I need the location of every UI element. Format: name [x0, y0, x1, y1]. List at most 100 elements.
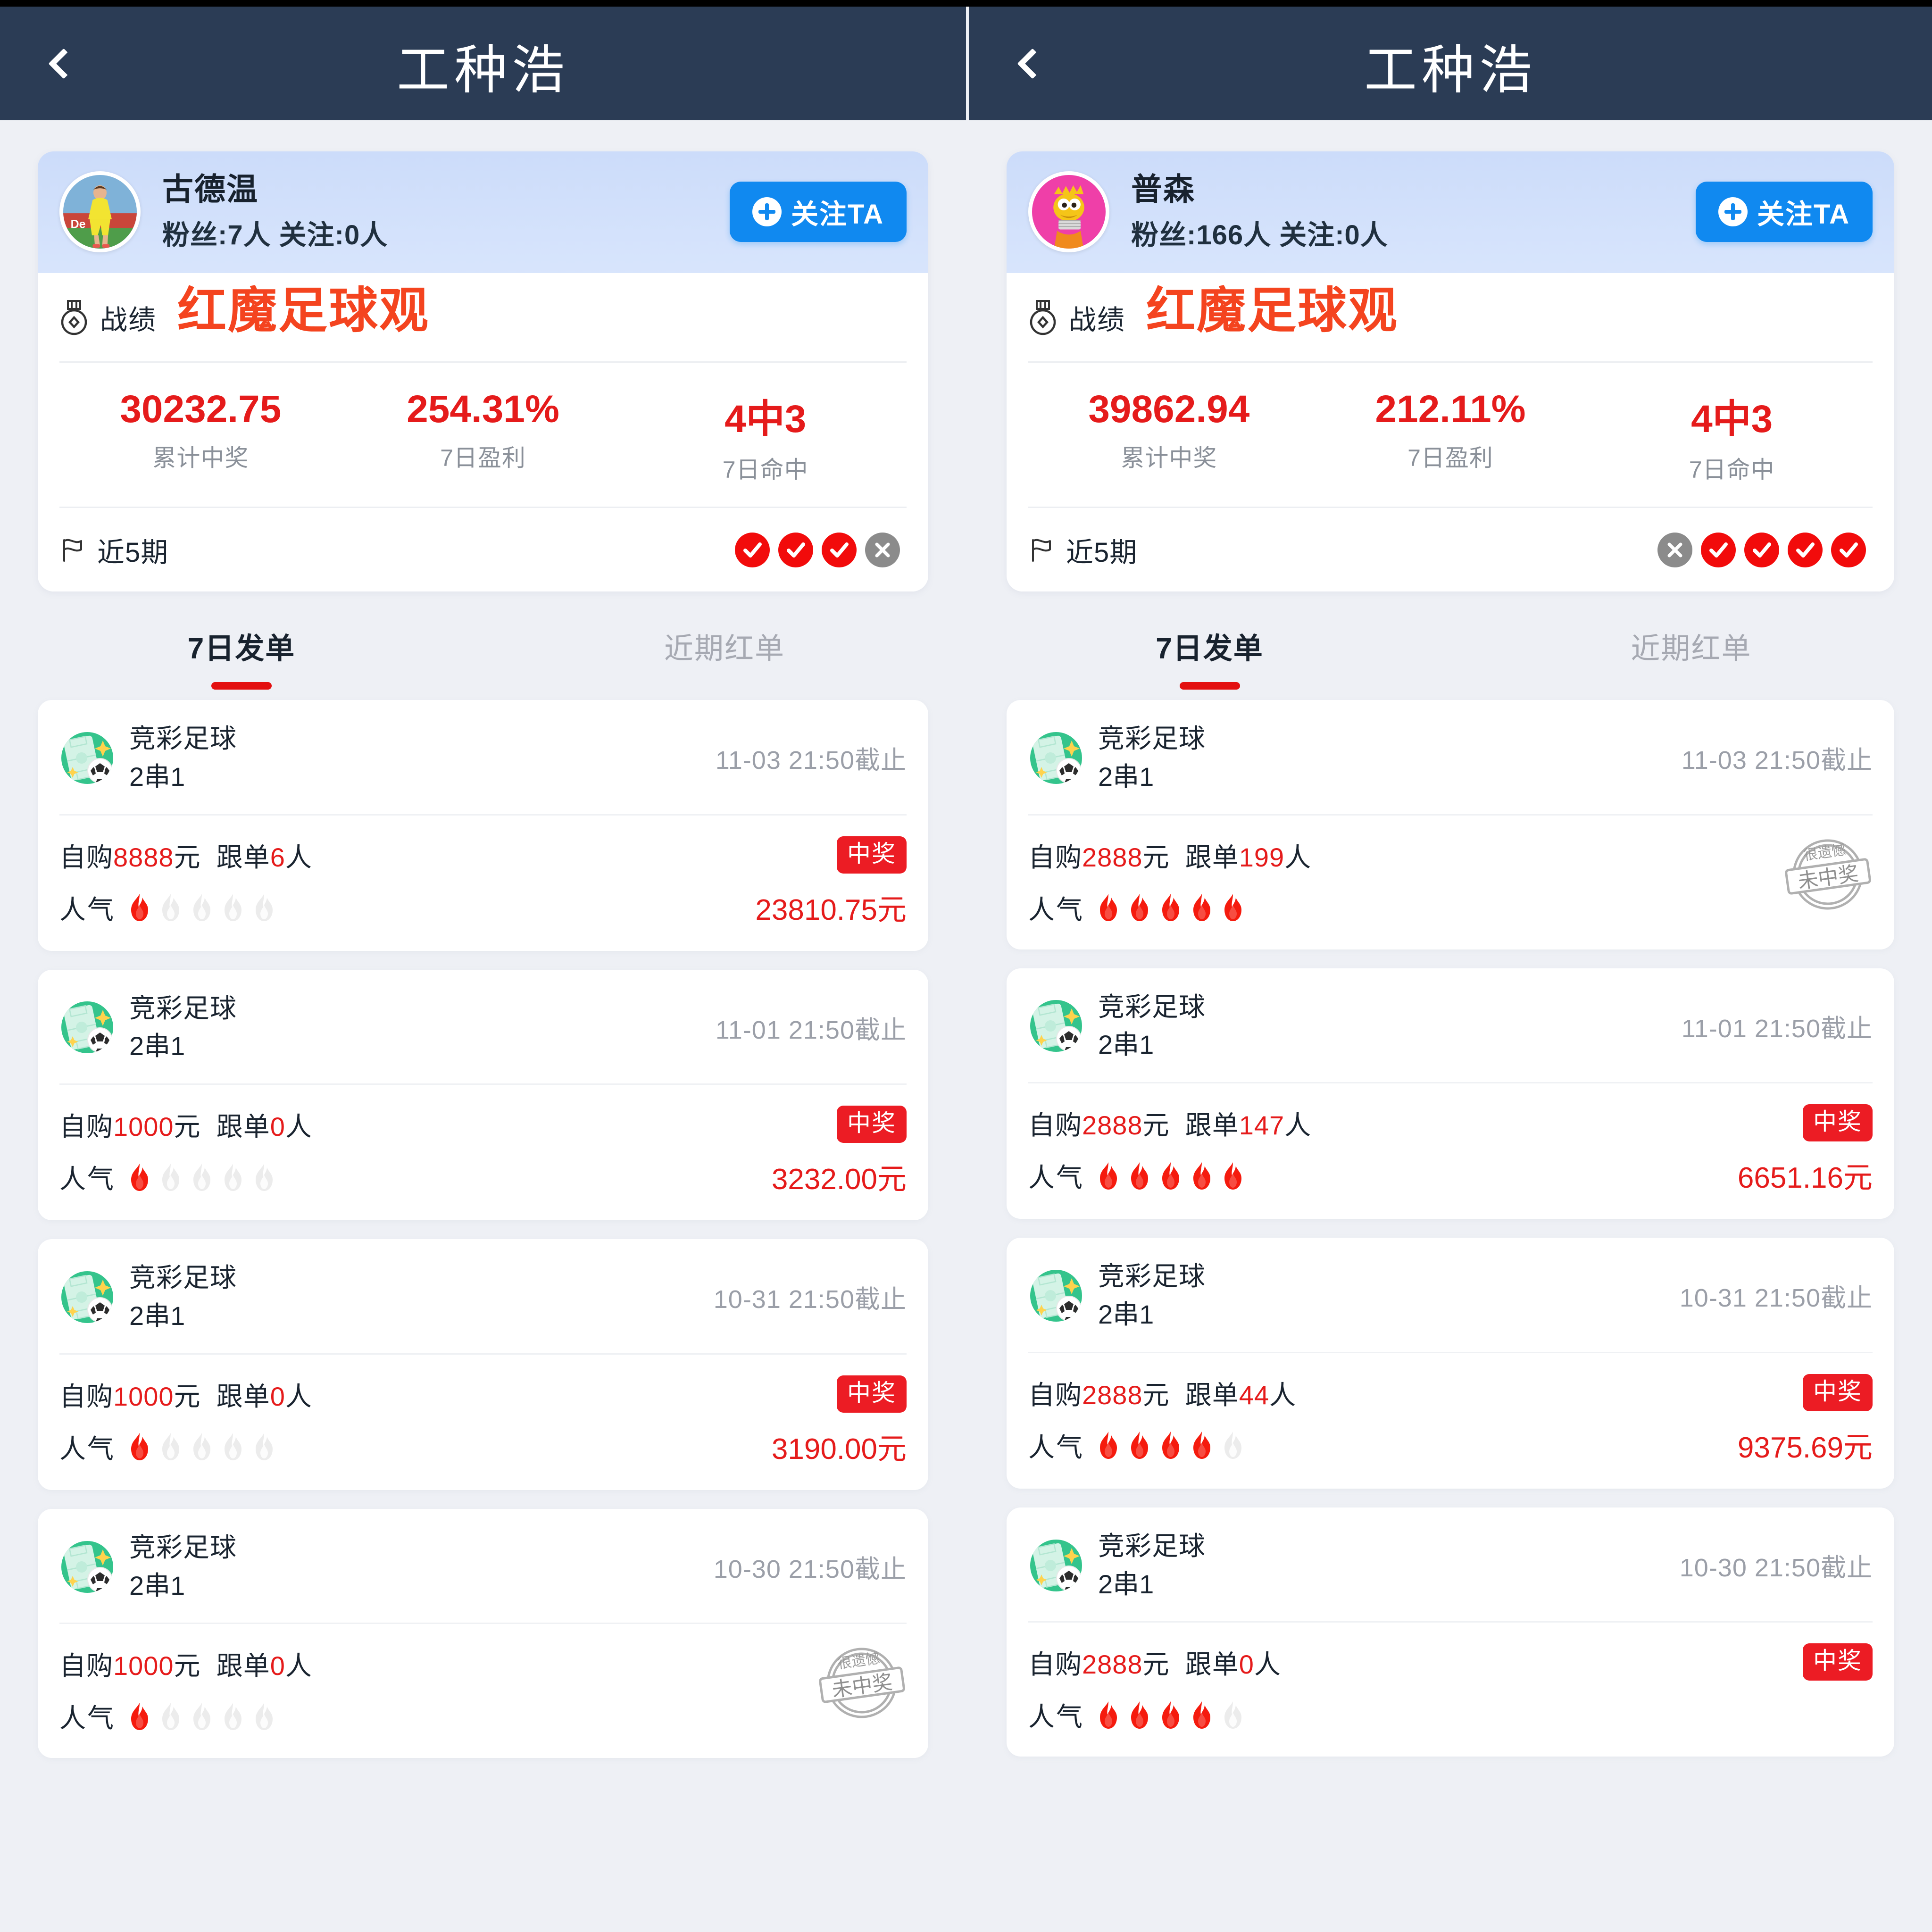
status-bar-strip: [0, 0, 1932, 7]
order-card[interactable]: 竞彩足球 2串1 10-30 21:50截止 自购1000元 跟单0人 人气 很…: [38, 1508, 928, 1758]
flame-icon-wrap: [252, 1702, 276, 1731]
status-badge-win: 中奖: [1803, 1643, 1873, 1681]
order-card[interactable]: 竞彩足球 2串1 11-03 21:50截止 自购8888元 跟单6人 人气 中…: [38, 700, 928, 951]
check-icon: [743, 542, 762, 558]
flame-icon: [193, 1163, 210, 1191]
tab-recent-winning[interactable]: 近期红单: [1450, 591, 1932, 700]
flag-icon: [63, 539, 82, 562]
follow-prefix: 跟单: [216, 1112, 270, 1142]
recent-results-label: 近5期: [97, 537, 169, 568]
record-header: 战绩 红魔足球观: [1028, 273, 1873, 363]
soccer-lottery-icon: [1030, 1000, 1082, 1052]
order-card[interactable]: 竞彩足球 2串1 10-30 21:50截止 自购2888元 跟单0人 人气 中…: [1007, 1507, 1894, 1757]
watermark-text: 红魔足球观: [177, 283, 430, 338]
popularity-row: 人气: [59, 1697, 817, 1735]
flame-icon: [1224, 1701, 1241, 1729]
soccer-lottery-icon: [61, 1271, 113, 1323]
not-won-stamp-icon: 很遗憾 未中奖: [819, 1648, 905, 1718]
order-card[interactable]: 竞彩足球 2串1 11-01 21:50截止 自购2888元 跟单147人 人气…: [1007, 968, 1894, 1219]
flame-icon: [1131, 1701, 1148, 1729]
flame-icon: [1193, 1432, 1210, 1459]
follow-count: 44: [1239, 1380, 1269, 1410]
flame-icon: [131, 1433, 148, 1461]
follow-prefix: 跟单: [216, 1381, 270, 1411]
order-title-group: 竞彩足球 2串1: [129, 1531, 237, 1603]
screen-panel-left: 工种浩 De 古德温 粉丝:7人 关注:0人 关注TA 战绩 红魔足球观 302…: [0, 0, 966, 1932]
buy-unit: 元: [174, 1381, 201, 1411]
buy-prefix: 自购: [1028, 1110, 1082, 1141]
order-title-group: 竞彩足球 2串1: [1098, 1259, 1206, 1332]
flame-icon: [193, 894, 210, 922]
stat-label: 累计中奖: [1121, 445, 1217, 471]
flame-icon-wrap: [252, 1163, 276, 1192]
stat-item: 4中3 7日命中: [624, 387, 907, 485]
follow-button[interactable]: 关注TA: [1695, 182, 1873, 242]
order-bet-type: 2串1: [129, 761, 185, 791]
avatar[interactable]: [1028, 171, 1109, 252]
flame-icon: [1131, 1432, 1148, 1459]
order-deadline: 11-03 21:50截止: [1681, 746, 1873, 775]
flame-icon: [256, 894, 273, 922]
profile-top-row: De 古德温 粉丝:7人 关注:0人 关注TA: [38, 151, 928, 273]
order-card[interactable]: 竞彩足球 2串1 11-01 21:50截止 自购1000元 跟单0人 人气 中…: [38, 969, 928, 1221]
tab-seven-day-orders[interactable]: 7日发单: [0, 591, 483, 700]
buy-amount: 1000: [113, 1381, 174, 1411]
win-amount: 23810.75元: [755, 893, 907, 926]
follow-count: 147: [1239, 1110, 1285, 1141]
order-header: 竞彩足球 2串1 11-03 21:50截止: [59, 700, 907, 816]
order-left-col: 自购2888元 跟单0人 人气: [1028, 1643, 1803, 1734]
app-header: 工种浩: [969, 0, 1932, 120]
flame-icon: [1193, 1701, 1210, 1729]
order-game-name: 竞彩足球: [1098, 1261, 1206, 1291]
check-icon: [1709, 542, 1728, 558]
order-title-group: 竞彩足球 2串1: [129, 722, 237, 794]
order-card[interactable]: 竞彩足球 2串1 10-31 21:50截止 自购2888元 跟单44人 人气 …: [1007, 1238, 1894, 1489]
order-body: 自购1000元 跟单0人 人气 很遗憾 未中奖: [59, 1624, 907, 1758]
result-badge-lose: [865, 532, 900, 567]
order-card[interactable]: 竞彩足球 2串1 10-31 21:50截止 自购1000元 跟单0人 人气 中…: [38, 1239, 928, 1490]
order-deadline: 10-31 21:50截止: [1679, 1284, 1873, 1313]
tab-seven-day-orders[interactable]: 7日发单: [969, 591, 1450, 700]
order-card[interactable]: 竞彩足球 2串1 11-03 21:50截止 自购2888元 跟单199人 人气…: [1007, 700, 1894, 949]
flame-icon: [225, 1163, 242, 1191]
result-badge-win: [1788, 532, 1823, 567]
medal-icon: [1030, 300, 1056, 335]
flame-icon-wrap: [221, 1432, 245, 1461]
follow-button[interactable]: 关注TA: [729, 182, 907, 242]
flame-icon-wrap: [158, 1702, 183, 1731]
order-buy-line: 自购1000元 跟单0人: [59, 1645, 817, 1683]
flame-icon: [193, 1702, 210, 1730]
user-follower-stats: 粉丝:166人 关注:0人: [1131, 219, 1388, 250]
order-buy-line: 自购2888元 跟单147人: [1028, 1104, 1738, 1142]
stat-item: 254.31% 7日盈利: [342, 387, 625, 485]
check-icon: [1753, 542, 1771, 558]
user-follower-stats: 粉丝:7人 关注:0人: [162, 219, 388, 250]
flame-icon-wrap: [1158, 1431, 1183, 1460]
flame-icon-wrap: [127, 893, 152, 922]
plus-icon: [752, 197, 782, 226]
flame-icon: [1100, 1432, 1117, 1459]
flame-icon: [1100, 894, 1117, 922]
popularity-flames: [127, 893, 276, 922]
order-buy-line: 自购2888元 跟单44人: [1028, 1374, 1738, 1412]
order-buy-line: 自购1000元 跟单0人: [59, 1375, 772, 1414]
flame-icon: [1162, 894, 1179, 922]
order-game-name: 竞彩足球: [1098, 991, 1206, 1022]
tab-recent-winning[interactable]: 近期红单: [483, 591, 966, 700]
flame-icon-wrap: [252, 893, 276, 922]
order-title-group: 竞彩足球 2串1: [1098, 722, 1206, 794]
order-title-group: 竞彩足球 2串1: [1098, 1529, 1206, 1602]
result-badge-win: [735, 532, 770, 567]
tab-label: 近期红单: [664, 633, 785, 665]
record-section: 战绩 红魔足球观 30232.75 累计中奖 254.31% 7日盈利 4中3 …: [38, 273, 928, 591]
popularity-label: 人气: [59, 1164, 115, 1194]
flame-icon: [1224, 1162, 1241, 1190]
order-right-col: 中奖 3190.00元: [772, 1375, 907, 1467]
flame-icon-wrap: [190, 1702, 214, 1731]
flame-icon: [1100, 1162, 1117, 1190]
order-deadline: 10-30 21:50截止: [713, 1555, 907, 1584]
avatar[interactable]: De: [59, 171, 141, 252]
buy-prefix: 自购: [59, 1381, 113, 1411]
order-header: 竞彩足球 2串1 10-30 21:50截止: [59, 1509, 907, 1624]
popularity-row: 人气: [1028, 889, 1783, 927]
